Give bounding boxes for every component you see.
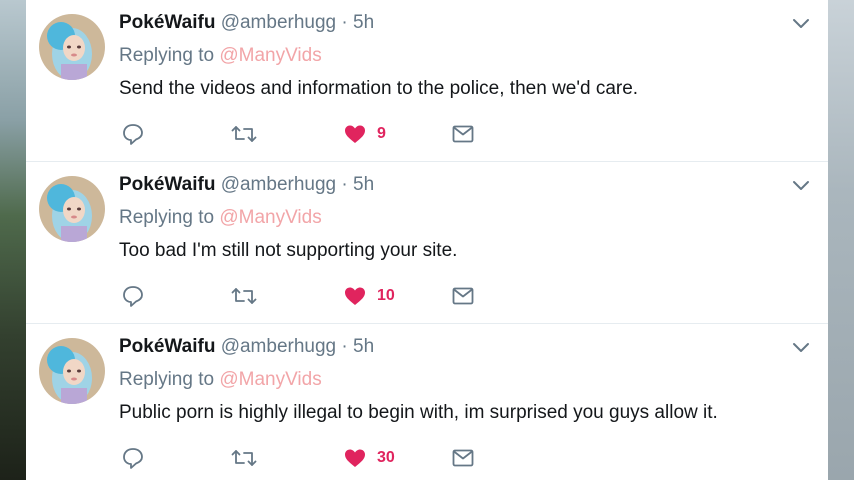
like-button[interactable]: 9 bbox=[343, 121, 386, 147]
display-name[interactable]: PokéWaifu bbox=[119, 12, 215, 33]
retweet-button[interactable] bbox=[231, 283, 257, 309]
avatar[interactable] bbox=[39, 176, 105, 242]
avatar[interactable] bbox=[39, 14, 105, 80]
replying-to: Replying to @ManyVids bbox=[119, 45, 322, 67]
mention-link[interactable]: @ManyVids bbox=[219, 369, 321, 390]
tweet-text: Send the videos and information to the p… bbox=[119, 78, 639, 99]
display-name[interactable]: PokéWaifu bbox=[119, 336, 215, 357]
retweet-icon bbox=[231, 288, 257, 304]
like-count: 9 bbox=[377, 125, 386, 142]
tweet-feed: PokéWaifu @amberhugg · 5h Replying to @M… bbox=[26, 0, 828, 480]
direct-message-button[interactable] bbox=[451, 445, 475, 471]
replying-to: Replying to @ManyVids bbox=[119, 207, 322, 229]
mail-icon bbox=[452, 449, 474, 467]
mail-icon bbox=[452, 125, 474, 143]
replying-to-label: Replying to bbox=[119, 45, 215, 66]
heart-icon bbox=[345, 449, 365, 467]
reply-icon bbox=[123, 124, 143, 145]
like-count: 10 bbox=[377, 287, 395, 304]
display-name[interactable]: PokéWaifu bbox=[119, 174, 215, 195]
tweet-header: PokéWaifu @amberhugg · 5h bbox=[119, 174, 374, 196]
tweet-text: Public porn is highly illegal to begin w… bbox=[119, 402, 718, 423]
tweet[interactable]: PokéWaifu @amberhugg · 5h Replying to @M… bbox=[26, 162, 828, 324]
chevron-down-icon[interactable] bbox=[791, 16, 811, 32]
separator: · bbox=[341, 12, 348, 33]
separator: · bbox=[341, 336, 348, 357]
user-handle[interactable]: @amberhugg bbox=[221, 336, 336, 357]
tweet[interactable]: PokéWaifu @amberhugg · 5h Replying to @M… bbox=[26, 0, 828, 162]
replying-to-label: Replying to bbox=[119, 369, 215, 390]
background-left bbox=[0, 0, 26, 480]
mail-icon bbox=[452, 287, 474, 305]
retweet-button[interactable] bbox=[231, 121, 257, 147]
tweet-header: PokéWaifu @amberhugg · 5h bbox=[119, 336, 374, 358]
reply-button[interactable] bbox=[121, 445, 145, 471]
separator: · bbox=[341, 174, 348, 195]
direct-message-button[interactable] bbox=[451, 283, 475, 309]
replying-to-label: Replying to bbox=[119, 207, 215, 228]
user-handle[interactable]: @amberhugg bbox=[221, 174, 336, 195]
reply-icon bbox=[123, 286, 143, 307]
retweet-icon bbox=[231, 450, 257, 466]
like-button[interactable]: 10 bbox=[343, 283, 395, 309]
user-handle[interactable]: @amberhugg bbox=[221, 12, 336, 33]
timestamp[interactable]: 5h bbox=[353, 336, 374, 357]
heart-icon bbox=[345, 125, 365, 143]
heart-icon bbox=[345, 287, 365, 305]
direct-message-button[interactable] bbox=[451, 121, 475, 147]
chevron-down-icon[interactable] bbox=[791, 340, 811, 356]
reply-button[interactable] bbox=[121, 121, 145, 147]
replying-to: Replying to @ManyVids bbox=[119, 369, 322, 391]
timestamp[interactable]: 5h bbox=[353, 174, 374, 195]
tweet-header: PokéWaifu @amberhugg · 5h bbox=[119, 12, 374, 34]
reply-icon bbox=[123, 448, 143, 469]
like-button[interactable]: 30 bbox=[343, 445, 395, 471]
reply-button[interactable] bbox=[121, 283, 145, 309]
retweet-icon bbox=[231, 126, 257, 142]
like-count: 30 bbox=[377, 449, 395, 466]
mention-link[interactable]: @ManyVids bbox=[219, 45, 321, 66]
chevron-down-icon[interactable] bbox=[791, 178, 811, 194]
avatar[interactable] bbox=[39, 338, 105, 404]
tweet-text: Too bad I'm still not supporting your si… bbox=[119, 240, 458, 261]
background-right bbox=[828, 0, 854, 480]
timestamp[interactable]: 5h bbox=[353, 12, 374, 33]
retweet-button[interactable] bbox=[231, 445, 257, 471]
mention-link[interactable]: @ManyVids bbox=[219, 207, 321, 228]
tweet[interactable]: PokéWaifu @amberhugg · 5h Replying to @M… bbox=[26, 324, 828, 480]
